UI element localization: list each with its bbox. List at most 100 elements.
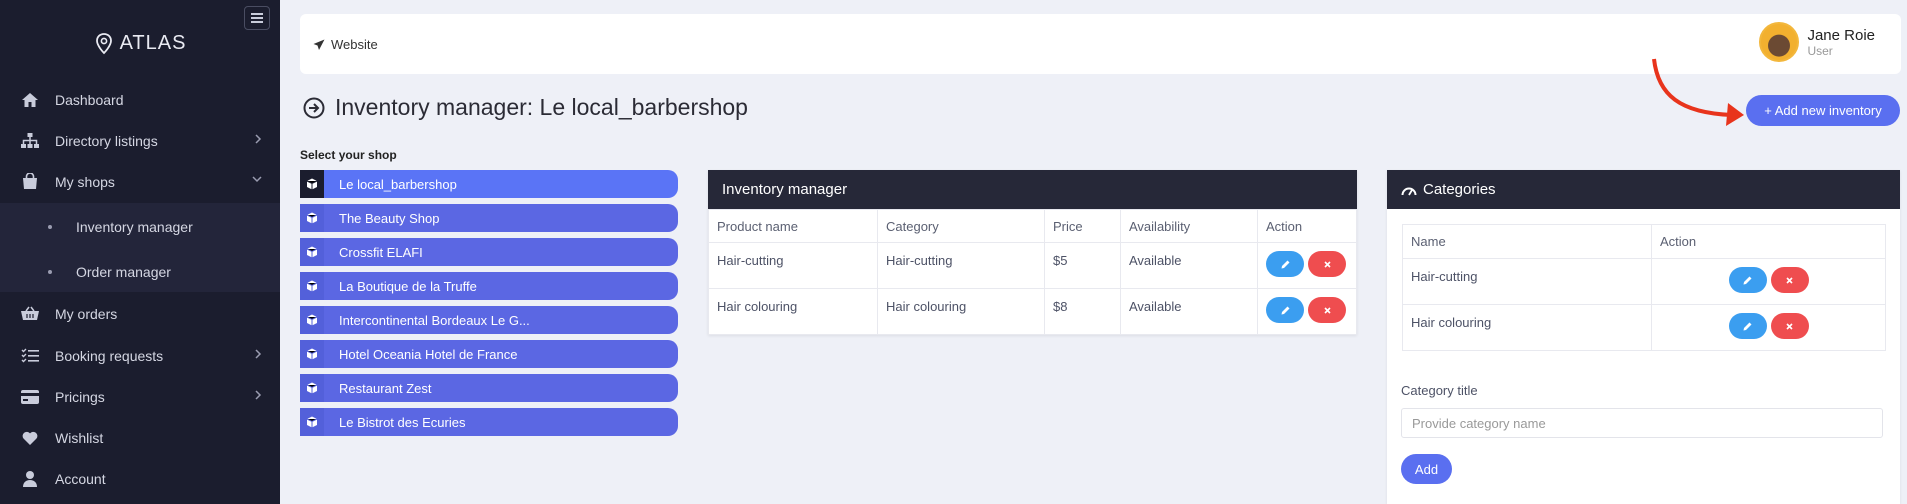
sidebar-item-label: My shops [55, 173, 115, 190]
chevron-right-icon [255, 349, 262, 359]
heart-icon [19, 431, 41, 445]
product-availability: Available [1120, 288, 1258, 335]
shop-name: Crossfit ELAFI [339, 244, 423, 260]
shop-item[interactable]: Restaurant Zest [300, 374, 678, 402]
close-icon [1323, 306, 1331, 314]
table-row: Hair-cutting Hair-cutting $5 Available [708, 242, 1357, 289]
shop-name: Le Bistrot des Ecuries [339, 414, 466, 430]
add-category-button[interactable]: Add [1401, 454, 1452, 484]
shop-item[interactable]: Le Bistrot des Ecuries [300, 408, 678, 436]
shop-name: Hotel Oceania Hotel de France [339, 346, 518, 362]
user-menu[interactable]: Jane Roie User [1759, 22, 1875, 62]
checklist-icon [19, 348, 41, 363]
chevron-down-icon [252, 176, 262, 183]
column-header: Category [877, 209, 1045, 243]
box-icon [300, 340, 324, 368]
close-icon [1786, 322, 1793, 330]
sidebar-item-label: My orders [55, 305, 118, 322]
shop-name: Le local_barbershop [339, 176, 457, 192]
sidebar-item-wishlist[interactable]: Wishlist [0, 417, 280, 458]
product-availability: Available [1120, 242, 1258, 289]
box-icon [300, 374, 324, 402]
shop-item[interactable]: Intercontinental Bordeaux Le G... [300, 306, 678, 334]
menu-toggle-button[interactable] [244, 6, 270, 30]
shop-item[interactable]: Hotel Oceania Hotel de France [300, 340, 678, 368]
sitemap-icon [19, 132, 41, 149]
box-icon [300, 204, 324, 232]
chevron-right-icon [255, 390, 262, 400]
paper-plane-icon [313, 39, 325, 50]
box-icon [300, 272, 324, 300]
product-price: $8 [1044, 288, 1121, 335]
user-icon [19, 470, 41, 487]
column-header: Availability [1120, 209, 1258, 243]
avatar [1759, 22, 1800, 62]
sidebar-item-dashboard[interactable]: Dashboard [0, 79, 280, 120]
delete-button[interactable] [1308, 251, 1346, 277]
chevron-right-icon [255, 134, 262, 144]
delete-button[interactable] [1308, 297, 1346, 323]
bullet-icon [48, 269, 52, 274]
sidebar-item-account[interactable]: Account [0, 458, 280, 499]
sidebar-item-directory-listings[interactable]: Directory listings [0, 120, 280, 161]
home-icon [19, 92, 41, 108]
shop-item[interactable]: La Boutique de la Truffe [300, 272, 678, 300]
delete-button[interactable] [1770, 313, 1809, 339]
shop-name: Restaurant Zest [339, 380, 432, 396]
sidebar-item-booking-requests[interactable]: Booking requests [0, 335, 280, 376]
arrow-circle-right-icon [303, 97, 325, 118]
sidebar-subitem-inventory-manager[interactable]: Inventory manager [0, 206, 280, 247]
pencil-icon [1281, 260, 1289, 268]
shop-item[interactable]: Le local_barbershop [300, 170, 678, 198]
box-icon [300, 170, 324, 198]
categories-panel: Categories Name Action Hair-cutting Hair… [1387, 170, 1900, 504]
shop-list: Le local_barbershop The Beauty Shop Cros… [300, 170, 678, 442]
category-name: Hair-cutting [1402, 258, 1652, 305]
add-new-inventory-button[interactable]: + Add new inventory [1746, 95, 1900, 126]
sidebar-item-pricings[interactable]: Pricings [0, 376, 280, 417]
box-icon [300, 306, 324, 334]
sidebar-item-my-orders[interactable]: My orders [0, 293, 280, 334]
sidebar-item-label: Dashboard [55, 91, 124, 108]
column-header: Action [1651, 224, 1886, 259]
product-category: Hair-cutting [877, 242, 1045, 289]
bullet-icon [48, 224, 52, 229]
categories-table: Name Action Hair-cutting Hair colouring [1402, 224, 1886, 351]
inventory-panel: Inventory manager Product name Category … [708, 170, 1357, 335]
row-actions [1257, 288, 1357, 335]
sidebar-item-label: Account [55, 470, 106, 487]
sidebar-subitem-order-manager[interactable]: Order manager [0, 251, 280, 292]
basket-icon [19, 306, 41, 321]
category-name-input[interactable] [1401, 408, 1883, 438]
annotation-arrow-icon [1652, 58, 1744, 126]
row-actions [1651, 304, 1886, 351]
brand-name: ATLAS [119, 32, 187, 54]
shop-item[interactable]: The Beauty Shop [300, 204, 678, 232]
select-shop-label: Select your shop [300, 148, 397, 162]
edit-button[interactable] [1266, 297, 1304, 323]
shop-name: Intercontinental Bordeaux Le G... [339, 312, 530, 328]
website-link[interactable]: Website [313, 37, 378, 52]
user-role: User [1807, 43, 1833, 58]
category-name: Hair colouring [1402, 304, 1652, 351]
inventory-panel-title: Inventory manager [708, 170, 1357, 209]
close-icon [1786, 276, 1793, 284]
user-name: Jane Roie [1807, 26, 1875, 44]
sidebar-item-my-shops[interactable]: My shops [0, 161, 280, 202]
category-title-label: Category title [1401, 383, 1478, 398]
sidebar-item-label: Booking requests [55, 347, 164, 364]
categories-panel-header: Categories [1387, 170, 1900, 209]
close-icon [1323, 260, 1331, 268]
hamburger-icon [251, 13, 263, 23]
logo[interactable]: ATLAS [0, 32, 280, 55]
edit-button[interactable] [1266, 251, 1304, 277]
shop-item[interactable]: Crossfit ELAFI [300, 238, 678, 266]
sidebar-item-label: Directory listings [55, 132, 158, 149]
delete-button[interactable] [1770, 267, 1809, 293]
column-header: Price [1044, 209, 1121, 243]
pencil-icon [1743, 322, 1752, 330]
edit-button[interactable] [1728, 313, 1767, 339]
sidebar-item-label: Pricings [55, 388, 105, 405]
box-icon [300, 408, 324, 436]
edit-button[interactable] [1728, 267, 1767, 293]
